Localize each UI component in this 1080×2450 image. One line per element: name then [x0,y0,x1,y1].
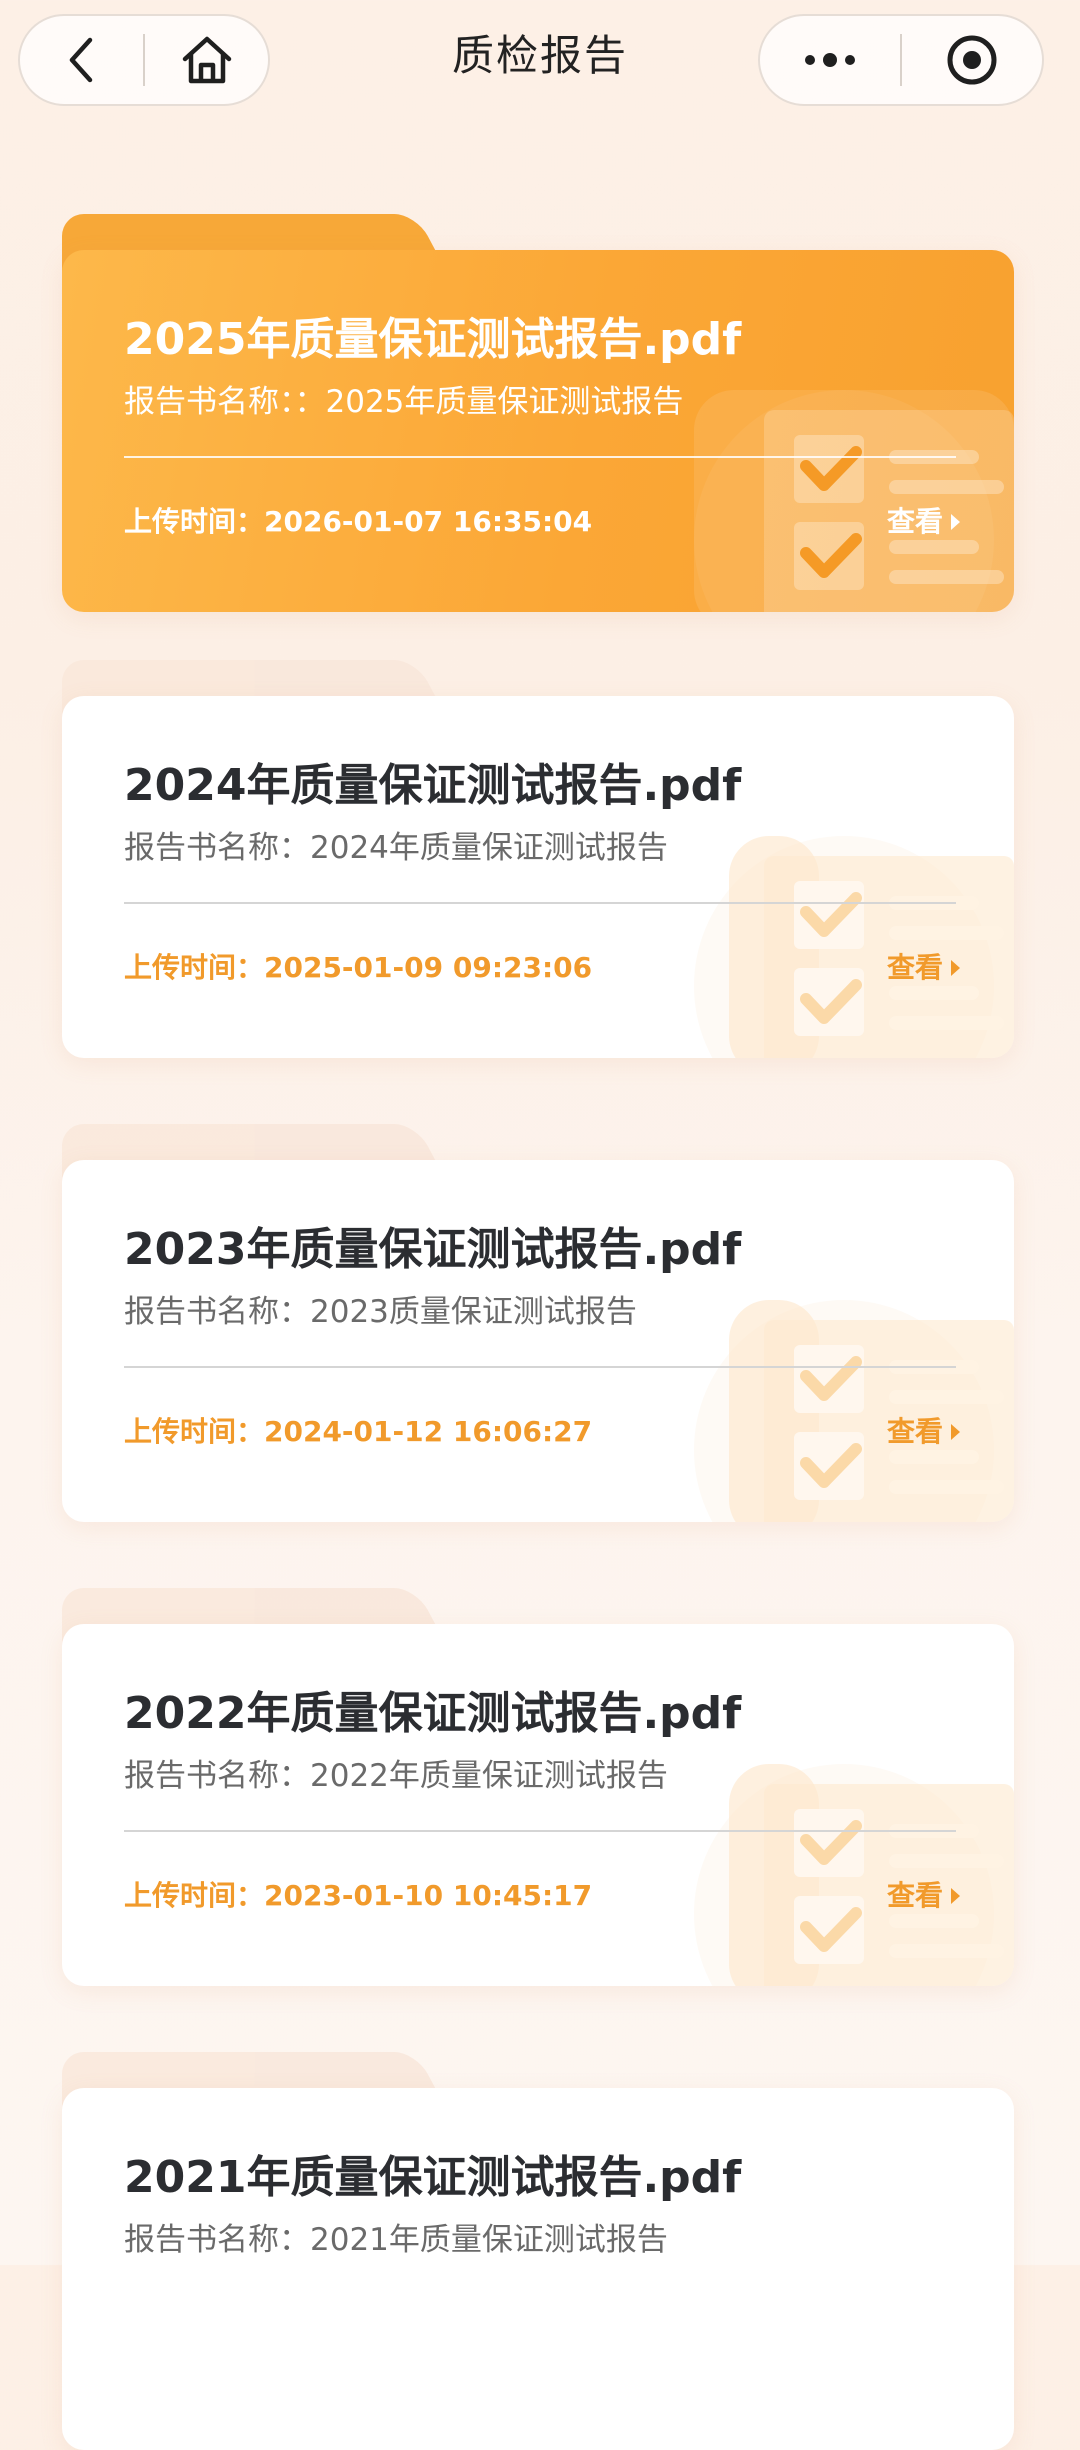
report-file-title: 2024年质量保证测试报告.pdf [124,760,742,811]
view-button[interactable]: 查看 [887,1412,960,1452]
view-button[interactable]: 查看 [887,948,960,988]
document-checklist-icon [694,1764,1014,1986]
view-button-label: 查看 [886,505,943,538]
report-file-title: 2022年质量保证测试报告.pdf [124,1688,742,1739]
card-divider [124,902,956,904]
view-button-label: 查看 [886,951,943,984]
upload-time: 上传时间：2023-01-10 10:45:17 [124,1879,593,1912]
report-card-body[interactable]: 2022年质量保证测试报告.pdf 报告书名称：2022年质量保证测试报告 上传… [62,1624,1014,1986]
more-dots-icon [805,53,855,67]
report-card-body[interactable]: 2023年质量保证测试报告.pdf 报告书名称：2023质量保证测试报告 上传时… [62,1160,1014,1522]
report-name: 报告书名称：2023质量保证测试报告 [124,1294,637,1330]
report-file-title: 2025年质量保证测试报告.pdf [124,314,742,365]
caret-right-icon [951,514,960,530]
report-file-title: 2021年质量保证测试报告.pdf [124,2152,742,2203]
report-name: 报告书名称：2022年质量保证测试报告 [124,1758,668,1794]
upload-time: 上传时间：2025-01-09 09:23:06 [124,951,593,984]
view-button[interactable]: 查看 [887,502,960,542]
document-checklist-icon [694,1300,1014,1522]
report-name: 报告书名称：2021年质量保证测试报告 [124,2222,668,2258]
upload-time: 上传时间：2026-01-07 16:35:04 [124,505,593,538]
report-name: 报告书名称：2024年质量保证测试报告 [124,830,668,866]
view-button-label: 查看 [886,1415,943,1448]
report-name: 报告书名称：：2025年质量保证测试报告 [124,384,684,420]
card-divider [124,1366,956,1368]
target-icon [947,35,997,85]
caret-right-icon [951,960,960,976]
report-card-body[interactable]: 2024年质量保证测试报告.pdf 报告书名称：2024年质量保证测试报告 上传… [62,696,1014,1058]
card-divider [124,456,956,458]
document-checklist-icon [694,836,1014,1058]
report-card-body[interactable]: 2025年质量保证测试报告.pdf 报告书名称：：2025年质量保证测试报告 上… [62,250,1014,612]
upload-time: 上传时间：2024-01-12 16:06:27 [124,1415,593,1448]
card-divider [124,1830,956,1832]
report-file-title: 2023年质量保证测试报告.pdf [124,1224,742,1275]
view-button-label: 查看 [886,1879,943,1912]
more-button[interactable] [760,16,900,104]
caret-right-icon [951,1424,960,1440]
nav-capsule-right [758,14,1044,106]
report-card-body[interactable]: 2021年质量保证测试报告.pdf 报告书名称：2021年质量保证测试报告 [62,2088,1014,2450]
document-checklist-icon [694,390,1014,612]
view-button[interactable]: 查看 [887,1876,960,1916]
close-miniapp-button[interactable] [902,16,1042,104]
top-navigation-bar: 质检报告 [0,0,1080,130]
caret-right-icon [951,1888,960,1904]
